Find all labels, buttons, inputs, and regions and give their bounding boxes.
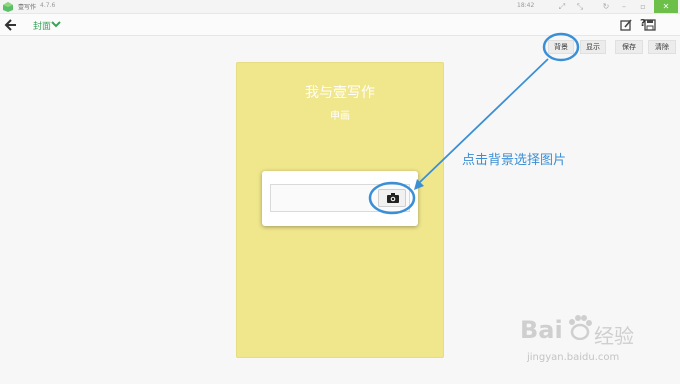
watermark-brand-cn: 经验	[594, 324, 634, 348]
cover-subtitle: 申画	[330, 111, 350, 122]
choose-image-button[interactable]	[378, 189, 406, 207]
app-logo-icon	[3, 2, 13, 12]
edit-icon[interactable]	[619, 17, 633, 33]
breadcrumb-cover[interactable]: 封面	[33, 19, 51, 32]
back-arrow-icon[interactable]	[4, 17, 18, 33]
save-button[interactable]: 保存	[615, 40, 643, 54]
annotation-text: 点击背景选择图片	[462, 153, 567, 168]
title-bar: 壹写作 4.7.6 18:42 ⤢ ⤡ ↻ – ▫ ✕	[0, 0, 680, 14]
clear-button[interactable]: 清除	[648, 40, 676, 54]
close-window-button[interactable]: ✕	[654, 0, 678, 13]
restore-icon[interactable]: ▫	[637, 1, 649, 13]
camera-icon	[387, 193, 399, 203]
background-button[interactable]: 背景	[548, 40, 574, 54]
expand-icon[interactable]: ⤢	[556, 1, 568, 13]
paw-logo-icon	[569, 315, 592, 340]
toolbar: 封面 ?	[0, 14, 680, 36]
cover-title: 我与壹写作	[305, 85, 375, 101]
watermark-brand: Bai	[520, 316, 563, 344]
watermark-url: jingyan.baidu.com	[527, 352, 620, 363]
clock: 18:42	[517, 2, 535, 9]
chevron-down-icon[interactable]	[51, 19, 61, 29]
help-icon[interactable]: ?	[640, 18, 646, 29]
app-name: 壹写作	[18, 4, 37, 11]
display-button[interactable]: 显示	[580, 40, 606, 54]
minimize-icon[interactable]: –	[618, 1, 630, 13]
app-version: 4.7.6	[40, 2, 56, 9]
refresh-icon[interactable]: ↻	[600, 1, 612, 13]
shrink-icon[interactable]: ⤡	[574, 1, 586, 13]
